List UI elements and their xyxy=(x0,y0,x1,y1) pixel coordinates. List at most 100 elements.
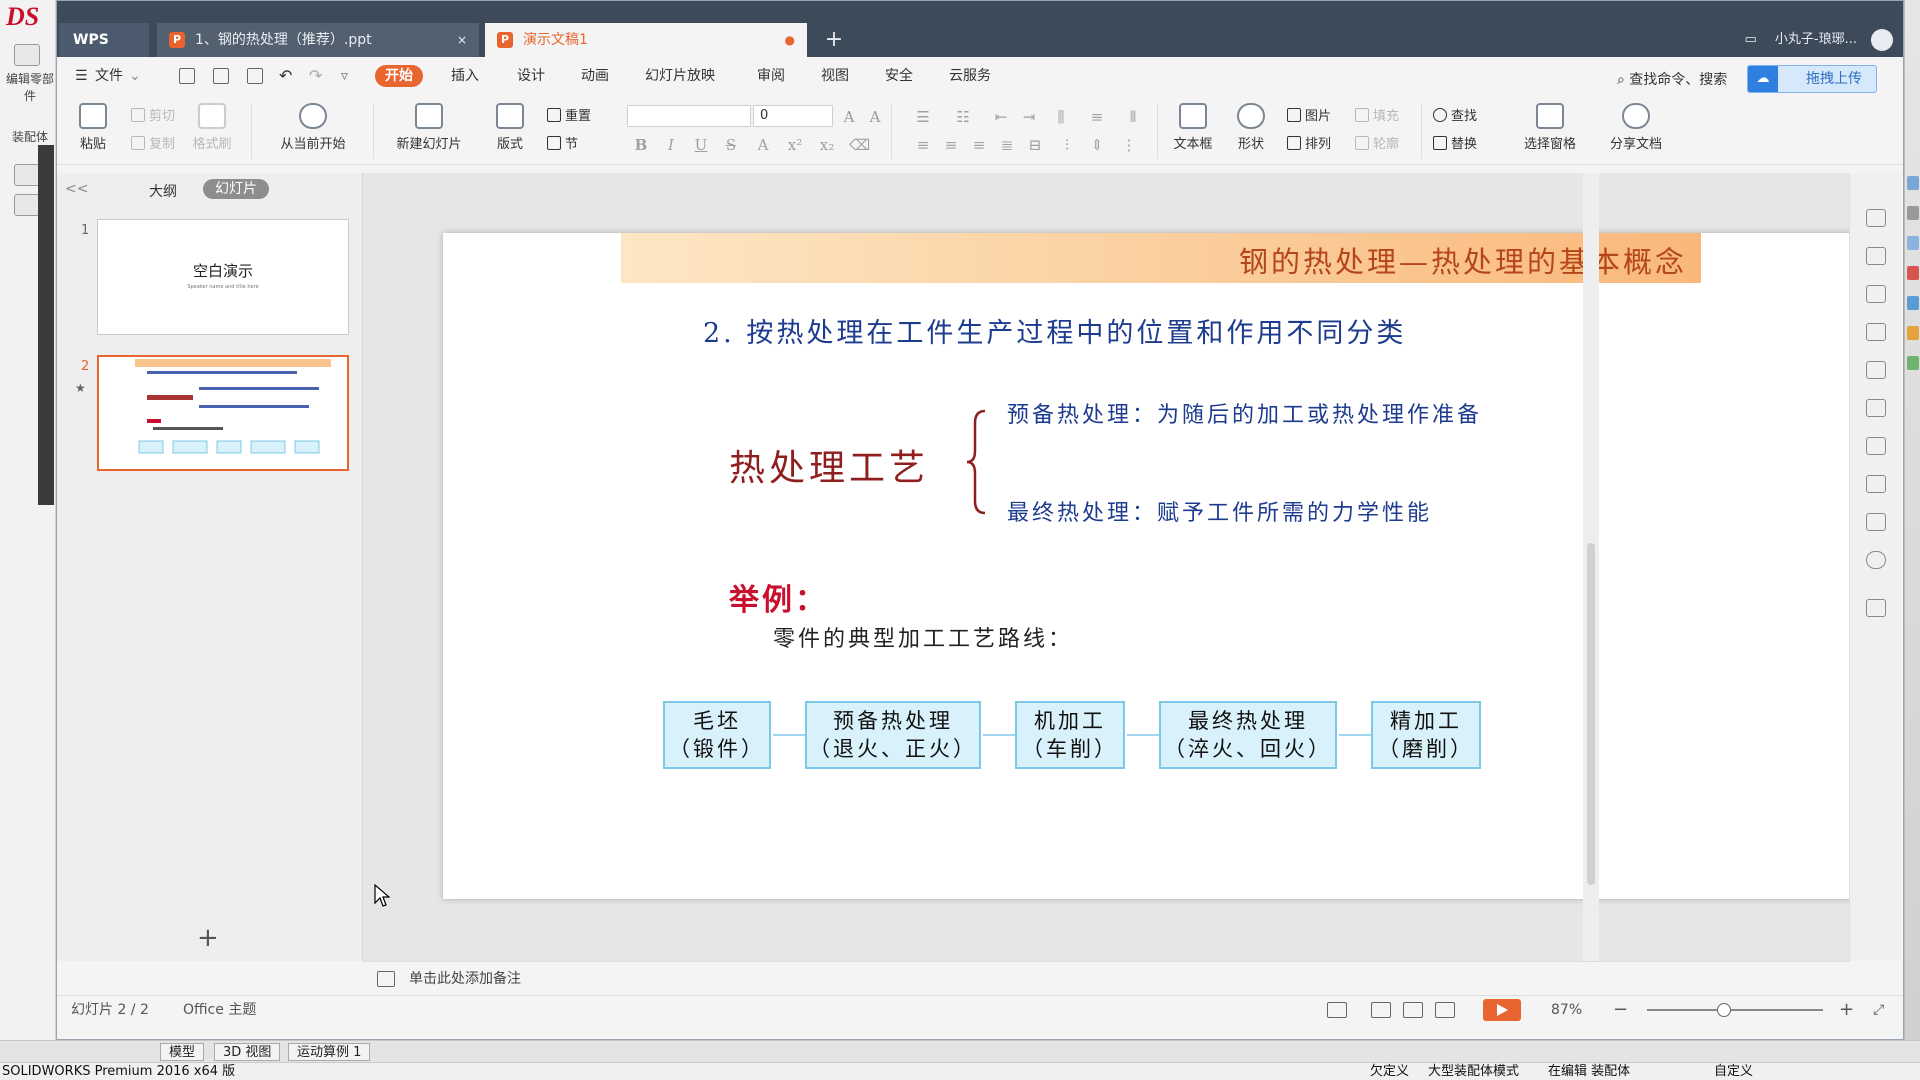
tab-slides[interactable]: 幻灯片 xyxy=(203,179,269,199)
mate-tool-icon[interactable] xyxy=(14,194,40,216)
paste-button[interactable]: 粘贴 xyxy=(71,103,115,159)
save-icon[interactable] xyxy=(179,68,195,84)
underline-icon[interactable]: U xyxy=(691,135,711,155)
cut-button[interactable]: 剪切 xyxy=(131,107,175,127)
menu-security[interactable]: 安全 xyxy=(885,65,913,87)
strikethrough-icon[interactable]: S xyxy=(721,135,741,155)
hamburger-menu-icon[interactable]: ☰ xyxy=(75,65,88,87)
align-left-icon[interactable]: ≡ xyxy=(913,135,933,155)
avatar[interactable] xyxy=(1871,28,1893,51)
bold-icon[interactable]: B xyxy=(631,135,651,155)
zoom-in-button[interactable]: + xyxy=(1839,996,1854,1024)
branch-preliminary[interactable]: 预备热处理：为随后的加工或热处理作准备 xyxy=(1007,397,1482,429)
help-icon[interactable] xyxy=(1866,551,1886,569)
view-palette-icon[interactable] xyxy=(1907,266,1919,280)
grow-font-icon[interactable]: A xyxy=(839,107,859,127)
customize-qa-icon[interactable]: ▿ xyxy=(341,65,348,87)
menu-insert[interactable]: 插入 xyxy=(451,65,479,87)
menu-review[interactable]: 审阅 xyxy=(757,65,785,87)
collapse-panel-button[interactable]: << xyxy=(65,181,88,197)
subscript-icon[interactable]: x₂ xyxy=(817,135,837,155)
search-command[interactable]: ⌕ 查找命令、搜索 xyxy=(1617,69,1727,89)
undo-icon[interactable]: ↶ xyxy=(279,65,292,87)
close-tab-icon[interactable]: × xyxy=(457,23,467,57)
picture-button[interactable]: 图片 xyxy=(1287,107,1331,127)
new-slide-button[interactable]: 新建幻灯片 xyxy=(383,103,475,159)
notes-toggle-icon[interactable] xyxy=(1327,1002,1347,1018)
decrease-indent-icon[interactable]: ⇤ xyxy=(991,107,1011,127)
branch-final[interactable]: 最终热处理：赋予工件所需的力学性能 xyxy=(1007,495,1432,527)
zoom-level[interactable]: 87% xyxy=(1551,996,1582,1024)
step-preliminary-heat[interactable]: 预备热处理 （退火、正火） xyxy=(805,701,981,769)
share-side-icon[interactable] xyxy=(1866,475,1886,493)
step-final-heat[interactable]: 最终热处理 （淬火、回火） xyxy=(1159,701,1337,769)
new-tab-button[interactable]: + xyxy=(819,25,849,55)
menu-file[interactable]: 文件 xyxy=(95,65,123,87)
increase-indent-icon[interactable]: ⇥ xyxy=(1019,107,1039,127)
column-icon[interactable]: ⫶ xyxy=(1057,135,1077,155)
fill-button[interactable]: 填充 xyxy=(1355,107,1399,127)
format-painter-button[interactable]: 格式刷 xyxy=(187,103,237,159)
play-slideshow-button[interactable] xyxy=(1483,999,1521,1021)
backup-icon[interactable] xyxy=(1866,437,1886,455)
print-preview-icon[interactable] xyxy=(247,68,263,84)
normal-view-icon[interactable] xyxy=(1371,1002,1391,1018)
fit-window-icon[interactable]: ⤢ xyxy=(1873,996,1884,1024)
chevron-down-icon[interactable]: ⌄ xyxy=(129,65,141,87)
menu-slideshow[interactable]: 幻灯片放映 xyxy=(645,65,715,87)
notes-area[interactable]: 单击此处添加备注 xyxy=(363,961,1849,995)
align-center-icon[interactable]: ≡ xyxy=(941,135,961,155)
shape-button[interactable]: 形状 xyxy=(1229,103,1273,159)
library-icon[interactable] xyxy=(1907,206,1919,220)
play-from-current-button[interactable]: 从当前开始 xyxy=(265,103,361,159)
textbox-button[interactable]: 文本框 xyxy=(1167,103,1219,159)
justify-icon[interactable]: ≣ xyxy=(997,135,1017,155)
slide-sorter-icon[interactable] xyxy=(1403,1002,1423,1018)
arrange-button[interactable]: 排列 xyxy=(1287,135,1331,155)
line-spacing-icon[interactable]: ≡ xyxy=(1087,107,1107,127)
doc-tab-presentation1[interactable]: P 演示文稿1 ● xyxy=(485,23,807,57)
align-right-icon[interactable]: ≡ xyxy=(969,135,989,155)
unsaved-dot-icon[interactable]: ● xyxy=(785,23,795,57)
menu-animation[interactable]: 动画 xyxy=(581,65,609,87)
custom-props-icon[interactable] xyxy=(1907,326,1919,340)
host-side-label-edit[interactable]: 编辑零部件 xyxy=(6,70,54,104)
host-side-label-assembly[interactable]: 装配体 xyxy=(6,128,54,145)
font-name-select[interactable] xyxy=(627,105,751,127)
text-direction-icon[interactable]: ⫼ xyxy=(1051,107,1071,127)
zoom-out-button[interactable]: − xyxy=(1613,996,1628,1024)
host-tab-3d-view[interactable]: 3D 视图 xyxy=(214,1043,281,1061)
drag-upload-button[interactable]: ☁ 拖拽上传 xyxy=(1747,65,1877,93)
print-icon[interactable] xyxy=(213,68,229,84)
user-name[interactable]: 小丸子-琅琊... xyxy=(1775,32,1857,47)
section-button[interactable]: 节 xyxy=(547,135,578,155)
zoom-slider-track[interactable] xyxy=(1647,1009,1823,1011)
edit-component-icon[interactable] xyxy=(14,44,40,66)
tab-outline[interactable]: 大纲 xyxy=(149,181,177,201)
slide-heading[interactable]: 2. 按热处理在工件生产过程中的位置和作用不同分类 xyxy=(703,311,1406,350)
step-machining[interactable]: 机加工 （车削） xyxy=(1015,701,1125,769)
italic-icon[interactable]: I xyxy=(661,135,681,155)
step-blank[interactable]: 毛坯 （锻件） xyxy=(663,701,771,769)
smartart-icon[interactable]: ⋮ xyxy=(1119,135,1139,155)
restore-window-icon[interactable]: ▭ xyxy=(1744,32,1756,47)
host-tab-motion-study[interactable]: 运动算例 1 xyxy=(288,1043,371,1061)
grid-icon[interactable] xyxy=(1866,599,1886,617)
select-pane-button[interactable]: 选择窗格 xyxy=(1519,103,1581,159)
custom-animation-icon[interactable] xyxy=(1866,323,1886,341)
superscript-icon[interactable]: x² xyxy=(785,135,805,155)
menu-view[interactable]: 视图 xyxy=(821,65,849,87)
replace-button[interactable]: 替换 xyxy=(1433,135,1477,155)
zoom-slider-knob[interactable] xyxy=(1717,1003,1731,1017)
slide-title[interactable]: 钢的热处理—热处理的基本概念 xyxy=(1239,239,1687,281)
slide-vertical-scrollbar[interactable] xyxy=(1583,173,1599,961)
menu-home[interactable]: 开始 xyxy=(375,65,423,87)
reading-view-icon[interactable] xyxy=(1435,1002,1455,1018)
resources-icon[interactable] xyxy=(1907,356,1919,370)
home-icon[interactable] xyxy=(1907,176,1919,190)
distribute-icon[interactable]: ⊟ xyxy=(1025,135,1045,155)
shrink-font-icon[interactable]: A xyxy=(865,107,885,127)
favorites-star-icon[interactable] xyxy=(1866,399,1886,417)
share-document-button[interactable]: 分享文档 xyxy=(1605,103,1667,159)
font-color-icon[interactable]: A xyxy=(753,135,773,155)
